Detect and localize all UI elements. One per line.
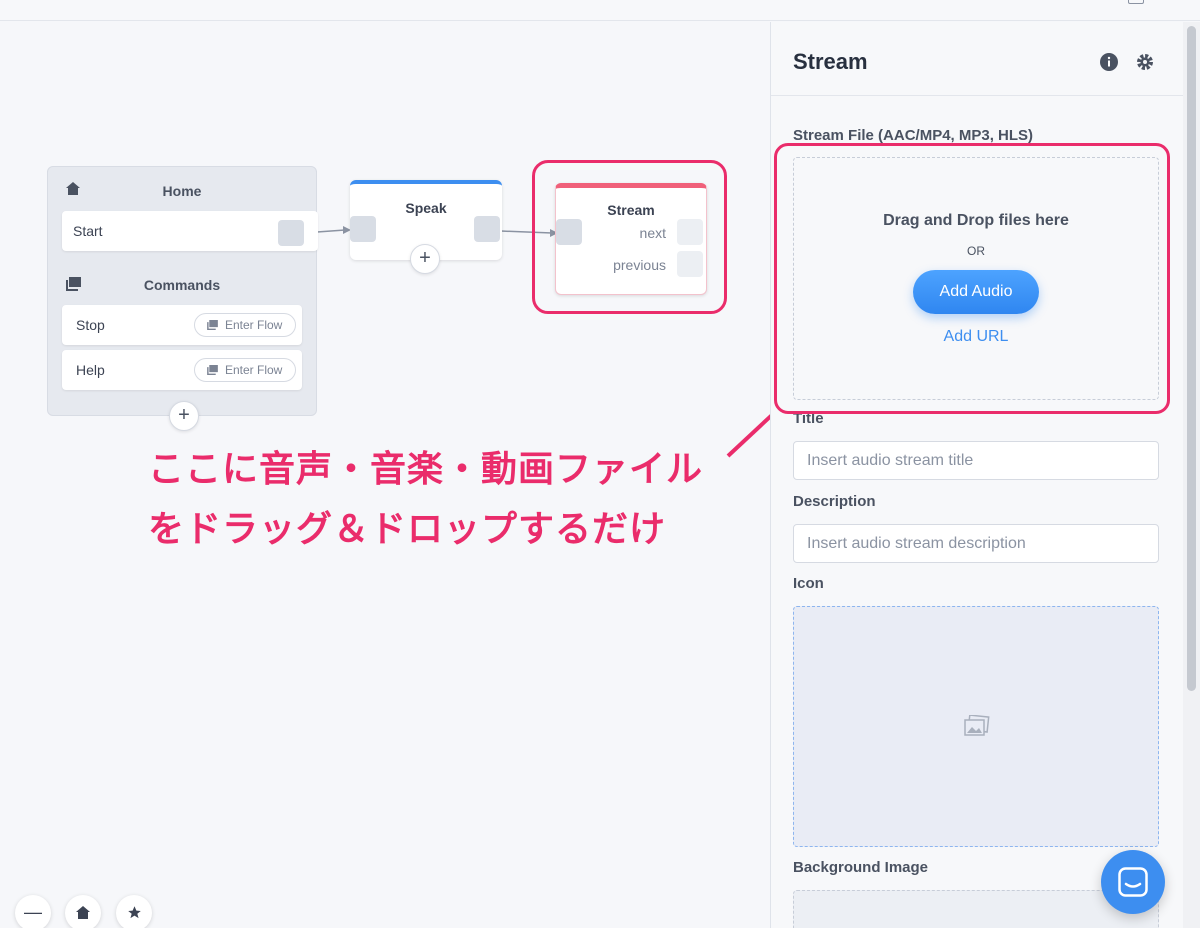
stream-file-label: Stream File (AAC/MP4, MP3, HLS) bbox=[793, 127, 1034, 144]
enter-flow-label: Enter Flow bbox=[225, 318, 283, 332]
enter-flow-label: Enter Flow bbox=[225, 363, 283, 377]
command-row[interactable]: Help Enter Flow bbox=[62, 350, 302, 390]
command-row[interactable]: Stop Enter Flow bbox=[62, 305, 302, 345]
annotation-line-1: ここに音声・音楽・動画ファイル bbox=[148, 449, 704, 490]
title-input[interactable]: Insert audio stream title bbox=[793, 441, 1159, 480]
flow-icon bbox=[207, 320, 218, 330]
flow-icon bbox=[207, 365, 218, 375]
home-title: Home bbox=[162, 183, 202, 199]
panel-header: Stream bbox=[771, 22, 1183, 96]
speak-title: Speak bbox=[405, 200, 447, 216]
stream-title: Stream bbox=[607, 202, 655, 218]
flow-canvas[interactable]: Home Start Commands Stop Enter Flow Help bbox=[0, 22, 770, 928]
enter-flow-button[interactable]: Enter Flow bbox=[194, 313, 296, 337]
panel-title: Stream bbox=[793, 49, 868, 74]
commands-title: Commands bbox=[143, 277, 221, 293]
start-step[interactable]: Start bbox=[62, 211, 318, 251]
annotation-arrow-line bbox=[726, 414, 770, 458]
background-image-label: Background Image bbox=[793, 859, 929, 876]
speak-input-port[interactable] bbox=[350, 216, 376, 242]
home-block[interactable]: Home Start Commands Stop Enter Flow Help bbox=[47, 166, 318, 431]
zoom-out-button[interactable]: — bbox=[15, 895, 51, 928]
favorite-button[interactable] bbox=[116, 895, 152, 928]
annotation-line-2: をドラッグ＆ドロップするだけ bbox=[148, 509, 667, 550]
command-label: Help bbox=[76, 362, 105, 378]
stream-input-port[interactable] bbox=[556, 219, 582, 245]
port-label-next: next bbox=[639, 225, 666, 241]
start-output-port[interactable] bbox=[278, 220, 304, 246]
image-icon bbox=[964, 715, 990, 736]
port-label-previous: previous bbox=[613, 257, 666, 273]
command-label: Stop bbox=[76, 317, 105, 333]
gear-icon[interactable] bbox=[1135, 52, 1155, 72]
chat-launcher-button[interactable] bbox=[1101, 850, 1165, 914]
star-icon bbox=[127, 906, 141, 919]
dropzone-highlight bbox=[774, 143, 1170, 414]
enter-flow-button[interactable]: Enter Flow bbox=[194, 358, 296, 382]
panel-scrollbar[interactable] bbox=[1183, 22, 1200, 928]
stream-block[interactable]: Stream next previous bbox=[555, 183, 707, 295]
speak-output-port[interactable] bbox=[474, 216, 500, 242]
description-input[interactable]: Insert audio stream description bbox=[793, 524, 1159, 563]
home-view-button[interactable] bbox=[65, 895, 101, 928]
home-icon bbox=[76, 906, 90, 919]
add-step-button[interactable]: + bbox=[410, 244, 440, 274]
add-step-button[interactable]: + bbox=[169, 401, 199, 431]
info-icon[interactable] bbox=[1099, 52, 1119, 72]
save-icon[interactable] bbox=[1128, 0, 1144, 4]
stream-previous-port[interactable] bbox=[677, 251, 703, 277]
icon-dropzone[interactable] bbox=[793, 606, 1159, 847]
scrollbar-thumb[interactable] bbox=[1187, 26, 1196, 691]
chat-icon bbox=[1118, 867, 1148, 897]
icon-label: Icon bbox=[793, 575, 824, 592]
stream-next-port[interactable] bbox=[677, 219, 703, 245]
start-label: Start bbox=[73, 223, 103, 239]
description-label: Description bbox=[793, 493, 876, 510]
